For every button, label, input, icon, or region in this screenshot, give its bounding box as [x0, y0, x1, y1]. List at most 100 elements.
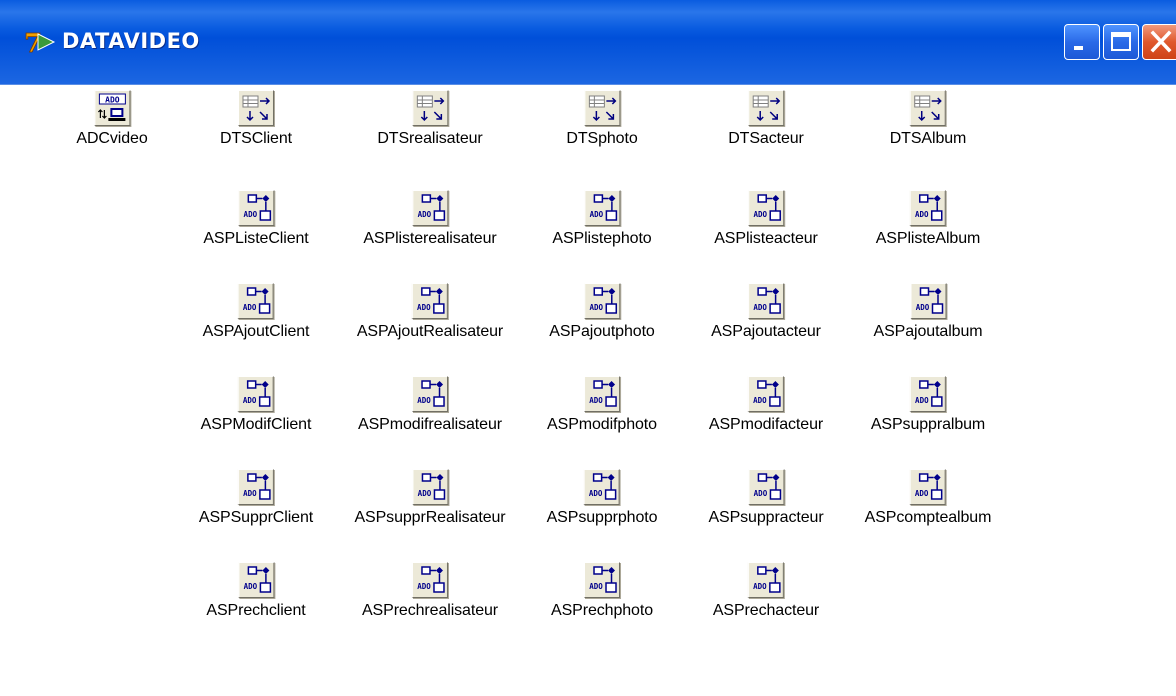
- minimize-button[interactable]: [1064, 24, 1100, 60]
- component-label: ASPmodifacteur: [708, 416, 824, 433]
- title-bar[interactable]: 7 DATAVIDEO: [0, 0, 1176, 85]
- component-ado-command[interactable]: ADO ASPlisterealisateur: [363, 190, 497, 248]
- ado-command-icon: ADO: [583, 376, 620, 412]
- component-label: ASPcomptealbum: [864, 509, 992, 526]
- component-ado-command[interactable]: ADO ASPlisteacteur: [714, 190, 818, 248]
- ado-command-icon: ADO: [747, 469, 784, 505]
- component-label: ASPModifClient: [200, 416, 312, 433]
- ado-command-icon: ADO: [748, 376, 784, 412]
- datavideo-window: 7 DATAVIDEO ADO ADCvideo DTSClient DTSre…: [0, 0, 1176, 696]
- component-ado-command[interactable]: ADO ASPrechphoto: [551, 562, 653, 620]
- dataset-provider-icon: [237, 90, 274, 126]
- component-label: ASPListeClient: [203, 230, 309, 247]
- component-ado-command[interactable]: ADO ASPAjoutRealisateur: [357, 283, 503, 341]
- component-adcvideo[interactable]: ADO ADCvideo: [76, 90, 148, 148]
- ado-command-icon: ADO: [411, 376, 448, 412]
- component-ado-command[interactable]: ADO ASPajoutalbum: [874, 283, 983, 341]
- component-ado-command[interactable]: ADO ASPmodifrealisateur: [358, 376, 502, 434]
- ado-command-icon: ADO: [747, 190, 784, 226]
- maximize-icon: [1111, 32, 1131, 51]
- ado-command-icon: ADO: [238, 376, 274, 412]
- svg-text:ADO: ADO: [589, 582, 603, 591]
- component-label: DTSrealisateur: [377, 130, 483, 147]
- close-button[interactable]: [1142, 24, 1176, 60]
- svg-text:ADO: ADO: [589, 489, 603, 498]
- component-ado-command[interactable]: ADO ASPmodifacteur: [709, 376, 823, 434]
- svg-text:ADO: ADO: [753, 489, 767, 498]
- svg-text:ADO: ADO: [243, 396, 257, 405]
- component-ado-command[interactable]: ADO ASPListeClient: [203, 190, 309, 248]
- component-label: DTSphoto: [566, 130, 638, 147]
- component-canvas: ADO ADCvideo DTSClient DTSrealisateur DT…: [0, 85, 1176, 696]
- component-dataset[interactable]: DTSClient: [220, 90, 292, 148]
- component-label: ASPsuppralbum: [870, 416, 986, 433]
- component-ado-command[interactable]: ADO ASPrechacteur: [713, 562, 819, 620]
- svg-text:ADO: ADO: [753, 582, 767, 591]
- component-label: ASPmodifrealisateur: [358, 416, 502, 433]
- component-ado-command[interactable]: ADO ASPsuppracteur: [708, 469, 824, 527]
- component-dataset[interactable]: DTSphoto: [566, 90, 638, 148]
- ado-command-icon: ADO: [412, 190, 448, 226]
- component-ado-command[interactable]: ADO ASPsupprphoto: [547, 469, 657, 527]
- component-label: ASPAjoutRealisateur: [356, 323, 504, 340]
- adc-connection-icon: ADO: [93, 90, 130, 126]
- ado-command-icon: ADO: [237, 562, 274, 598]
- ado-command-icon: ADO: [584, 469, 620, 505]
- svg-text:ADO: ADO: [915, 489, 929, 498]
- window-title: DATAVIDEO: [62, 29, 200, 53]
- minimize-icon: [1074, 46, 1083, 50]
- component-ado-command[interactable]: ADO ASPAjoutClient: [203, 283, 310, 341]
- component-dataset[interactable]: DTSAlbum: [889, 90, 967, 148]
- maximize-button[interactable]: [1103, 24, 1139, 60]
- svg-text:ADO: ADO: [589, 210, 603, 219]
- ado-command-icon: ADO: [583, 283, 620, 319]
- component-ado-command[interactable]: ADO ASPlisteAlbum: [875, 190, 981, 248]
- ado-command-icon: ADO: [583, 562, 620, 598]
- component-label: ASPsuppracteur: [708, 509, 824, 526]
- component-label: ASPajoutalbum: [873, 323, 983, 340]
- component-label: ASPrechphoto: [551, 602, 653, 619]
- component-label: ASPrechclient: [206, 602, 306, 619]
- component-label: DTSClient: [219, 130, 293, 147]
- component-ado-command[interactable]: ADO ASPmodifphoto: [547, 376, 657, 434]
- component-ado-command[interactable]: ADO ASPrechrealisateur: [362, 562, 498, 620]
- svg-text:ADO: ADO: [243, 582, 257, 591]
- close-icon: [1150, 30, 1172, 53]
- svg-text:ADO: ADO: [915, 396, 929, 405]
- svg-text:ADO: ADO: [417, 489, 431, 498]
- component-label: ASPlisterealisateur: [363, 230, 497, 247]
- svg-text:ADO: ADO: [589, 396, 603, 405]
- svg-text:ADO: ADO: [753, 210, 767, 219]
- component-ado-command[interactable]: ADO ASPrechclient: [206, 562, 306, 620]
- component-ado-command[interactable]: ADO ASPModifClient: [200, 376, 312, 434]
- dataset-provider-icon: [910, 90, 946, 126]
- svg-text:ADO: ADO: [417, 582, 431, 591]
- component-ado-command[interactable]: ADO ASPajoutphoto: [549, 283, 655, 341]
- component-label: ASPrechrealisateur: [361, 602, 499, 619]
- dataset-provider-icon: [747, 90, 784, 126]
- component-dataset[interactable]: DTSacteur: [728, 90, 804, 148]
- svg-text:ADO: ADO: [243, 489, 257, 498]
- component-ado-command[interactable]: ADO ASPsupprRealisateur: [354, 469, 506, 527]
- component-label: ASPSupprClient: [198, 509, 314, 526]
- ado-command-icon: ADO: [910, 283, 946, 319]
- component-label: ASPajoutacteur: [711, 323, 821, 340]
- svg-text:ADO: ADO: [243, 210, 257, 219]
- ado-command-icon: ADO: [909, 469, 946, 505]
- component-ado-command[interactable]: ADO ASPajoutacteur: [711, 283, 821, 341]
- component-label: ASPlisteAlbum: [875, 230, 981, 247]
- component-ado-command[interactable]: ADO ASPsuppralbum: [871, 376, 985, 434]
- ado-command-icon: ADO: [910, 190, 946, 226]
- ado-command-icon: ADO: [238, 469, 274, 505]
- ado-command-icon: ADO: [411, 562, 448, 598]
- component-label: ASPlistephoto: [552, 230, 652, 247]
- ado-command-icon: ADO: [748, 562, 784, 598]
- component-dataset[interactable]: DTSrealisateur: [377, 90, 483, 148]
- component-label: ASPAjoutClient: [202, 323, 310, 340]
- component-ado-command[interactable]: ADO ASPcomptealbum: [864, 469, 992, 527]
- svg-text:ADO: ADO: [589, 303, 603, 312]
- component-ado-command[interactable]: ADO ASPlistephoto: [552, 190, 652, 248]
- component-ado-command[interactable]: ADO ASPSupprClient: [199, 469, 313, 527]
- svg-text:ADO: ADO: [417, 303, 431, 312]
- component-label: DTSAlbum: [889, 130, 967, 147]
